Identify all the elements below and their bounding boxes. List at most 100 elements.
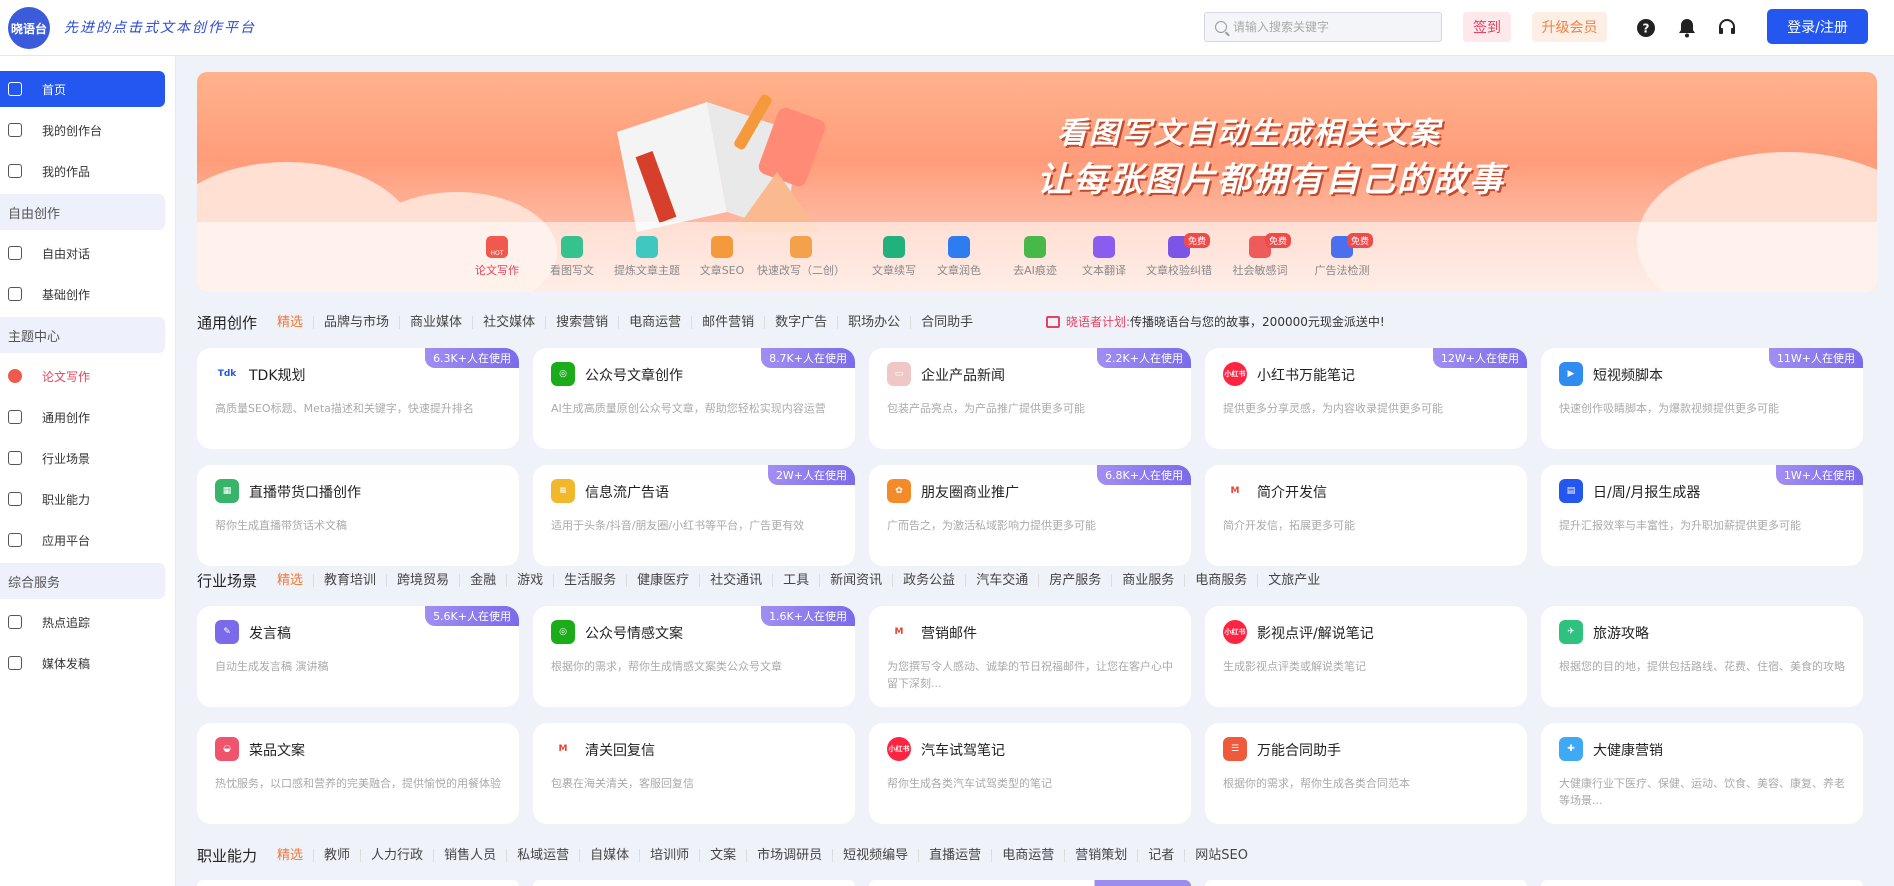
tab-general-5[interactable]: 电商运营 — [618, 315, 691, 329]
sidebar-item-hot-tracking[interactable]: 热点追踪 — [0, 604, 165, 640]
tab-industry-5[interactable]: 生活服务 — [553, 573, 626, 587]
tab-industry-10[interactable]: 政务公益 — [892, 573, 965, 587]
paper-icon — [8, 369, 22, 383]
sidebar-item-industry[interactable]: 行业场景 — [0, 440, 165, 476]
image-text-icon — [561, 236, 583, 258]
feature-card[interactable]: ◒ 菜品文案 热忱服务，以口感和营养的完美融合，提供愉悦的用餐体验 — [197, 723, 519, 824]
sidebar-item-my-workspace[interactable]: 我的创作台 — [0, 112, 165, 148]
tab-general-7[interactable]: 数字广告 — [764, 315, 837, 329]
tab-career-8[interactable]: 市场调研员 — [746, 848, 832, 862]
tab-industry-15[interactable]: 文旅产业 — [1257, 573, 1330, 587]
sidebar-item-general-creation[interactable]: 通用创作 — [0, 399, 165, 435]
hero-banner[interactable]: 看图写文自动生成相关文案 让每张图片都拥有自己的故事 HOT 论文写作 看图写文 提炼… — [197, 72, 1877, 292]
tab-career-11[interactable]: 电商运营 — [991, 848, 1064, 862]
upgrade-vip-button[interactable]: 升级会员 — [1532, 12, 1607, 42]
feature-card[interactable]: M 营销邮件 为您撰写令人感动、诚挚的节日祝福邮件，让您在客户心中留下深刻... — [869, 606, 1191, 707]
tab-career-1[interactable]: 教师 — [313, 848, 360, 862]
sidebar-item-free-chat[interactable]: 自由对话 — [0, 235, 165, 271]
book-illustration — [617, 94, 826, 232]
feature-card[interactable]: ✈ 旅游攻略 根据您的目的地，提供包括路线、花费、住宿、美食的攻略 — [1541, 606, 1863, 707]
tab-general-8[interactable]: 职场办公 — [837, 315, 910, 329]
logo[interactable]: 晓语台 — [8, 7, 50, 49]
tab-industry-11[interactable]: 汽车交通 — [965, 573, 1038, 587]
tab-career-14[interactable]: 网站SEO — [1184, 848, 1258, 862]
sidebar-item-my-works[interactable]: 我的作品 — [0, 153, 165, 189]
tab-industry-12[interactable]: 房产服务 — [1038, 573, 1111, 587]
tab-industry-2[interactable]: 跨境贸易 — [386, 573, 459, 587]
feature-card[interactable]: ✚ 大健康营销 大健康行业下医疗、保健、运动、饮食、美容、康复、养老等场景... — [1541, 723, 1863, 824]
sidebar-item-home[interactable]: 首页 — [0, 71, 165, 107]
tab-career-10[interactable]: 直播运营 — [918, 848, 991, 862]
card-title: 影视点评/解说笔记 — [1257, 626, 1374, 642]
login-register-button[interactable]: 登录/注册 — [1767, 9, 1868, 44]
tab-industry-4[interactable]: 游戏 — [506, 573, 553, 587]
workspace-icon — [8, 123, 22, 137]
tab-industry-6[interactable]: 健康医疗 — [626, 573, 699, 587]
banner-headline: 看图写文自动生成相关文案 — [1057, 116, 1441, 151]
tab-general-2[interactable]: 商业媒体 — [399, 315, 472, 329]
feature-card[interactable]: Tdk TDK规划 高质量SEO标题、Meta描述和关键字，快速提升排名 6.3K+人… — [197, 348, 519, 449]
feature-card[interactable]: 小红书 影视点评/解说笔记 生成影视点评类或解说类笔记 — [1205, 606, 1527, 707]
search-box[interactable] — [1204, 12, 1442, 42]
search-input[interactable] — [1233, 20, 1423, 34]
sign-in-button[interactable]: 签到 — [1463, 12, 1511, 42]
seo-icon — [711, 236, 733, 258]
tab-general-1[interactable]: 品牌与市场 — [313, 315, 399, 329]
tab-career-9[interactable]: 短视频编导 — [832, 848, 918, 862]
card-title: 发言稿 — [249, 626, 291, 642]
feature-card[interactable]: 小红书 小红书万能笔记 提供更多分享灵感，为内容收录提供更多可能 12W+人在使用 — [1205, 348, 1527, 449]
dish-icon: ◒ — [215, 737, 239, 761]
works-icon — [8, 164, 22, 178]
tab-general-9[interactable]: 合同助手 — [910, 315, 983, 329]
feature-card[interactable]: ▶ 短视频脚本 快速创作吸睛脚本，为爆款视频提供更多可能 11W+人在使用 — [1541, 348, 1863, 449]
feature-card[interactable]: ≡ 信息流广告语 适用于头条/抖音/朋友圈/小红书等平台，广告更有效 2W+人在使用 — [533, 465, 855, 566]
tab-career-6[interactable]: 培训师 — [639, 848, 699, 862]
feature-card[interactable]: ▦ 直播带货口播创作 帮你生成直播带货话术文稿 — [197, 465, 519, 566]
tab-industry-8[interactable]: 工具 — [772, 573, 819, 587]
feature-card[interactable]: 小红书 汽车试驾笔记 帮你生成各类汽车试驾类型的笔记 — [869, 723, 1191, 824]
feature-card[interactable]: M 清关回复信 包裹在海关清关，客服回复信 — [533, 723, 855, 824]
tab-general-0[interactable]: 精选 — [267, 316, 313, 329]
tool-rewrite[interactable]: 快速改写（二创） — [751, 222, 851, 278]
sidebar-item-app-platform[interactable]: 应用平台 — [0, 522, 165, 558]
feature-card[interactable]: ◎ 公众号文章创作 AI生成高质量原创公众号文章，帮助您轻松实现内容运营 8.7K+人… — [533, 348, 855, 449]
sidebar-item-media-publish[interactable]: 媒体发稿 — [0, 645, 165, 681]
tab-career-12[interactable]: 营销策划 — [1064, 848, 1137, 862]
feature-card[interactable]: ◎ 公众号情感文案 根据你的需求，帮你生成情感文案类公众号文章 1.6K+人在使用 — [533, 606, 855, 707]
feature-card[interactable]: ✿ 朋友圈商业推广 广而告之，为激活私域影响力提供更多可能 6.8K+人在使用 — [869, 465, 1191, 566]
tab-industry-14[interactable]: 电商服务 — [1184, 573, 1257, 587]
tab-career-3[interactable]: 销售人员 — [433, 848, 506, 862]
help-icon[interactable]: ? — [1636, 18, 1656, 38]
tab-career-7[interactable]: 文案 — [699, 848, 746, 862]
tab-general-3[interactable]: 社交媒体 — [472, 315, 545, 329]
feature-card[interactable]: ▭ 企业产品新闻 包装产品亮点，为产品推广提供更多可能 2.2K+人在使用 — [869, 348, 1191, 449]
sidebar-item-paper-writing[interactable]: 论文写作 — [0, 358, 165, 394]
tab-industry-0[interactable]: 精选 — [267, 574, 313, 587]
tab-general-6[interactable]: 邮件营销 — [691, 315, 764, 329]
xiaohongshu-icon: 小红书 — [887, 737, 911, 761]
tab-industry-13[interactable]: 商业服务 — [1111, 573, 1184, 587]
sidebar-item-career[interactable]: 职业能力 — [0, 481, 165, 517]
tab-career-0[interactable]: 精选 — [267, 849, 313, 862]
tool-ad-law[interactable]: 免费 广告法检测 — [1292, 222, 1392, 278]
headset-icon[interactable] — [1717, 18, 1737, 38]
tab-career-4[interactable]: 私域运营 — [506, 848, 579, 862]
tab-general-4[interactable]: 搜索营销 — [545, 315, 618, 329]
tab-career-13[interactable]: 记者 — [1137, 848, 1184, 862]
card-title: 大健康营销 — [1593, 743, 1663, 759]
tab-career-2[interactable]: 人力行政 — [360, 848, 433, 862]
feature-card[interactable]: ✎ 发言稿 自动生成发言稿 演讲稿 5.6K+人在使用 — [197, 606, 519, 707]
feature-card[interactable]: ▤ 日/周/月报生成器 提升汇报效率与丰富性，为升职加薪提供更多可能 1W+人在使用 — [1541, 465, 1863, 566]
sidebar-item-basic-creation[interactable]: 基础创作 — [0, 276, 165, 312]
feature-card[interactable]: M 简介开发信 简介开发信，拓展更多可能 — [1205, 465, 1527, 566]
tab-industry-7[interactable]: 社交通讯 — [699, 573, 772, 587]
promo-plan[interactable]: 晓语者计划: 传播晓语台与您的故事，200000元现金派送中! — [1046, 313, 1385, 330]
tab-industry-1[interactable]: 教育培训 — [313, 573, 386, 587]
search-icon — [1215, 21, 1227, 33]
tab-career-5[interactable]: 自媒体 — [579, 848, 639, 862]
feature-card[interactable]: ☰ 万能合同助手 根据你的需求，帮你生成各类合同范本 — [1205, 723, 1527, 824]
tab-industry-9[interactable]: 新闻资讯 — [819, 573, 892, 587]
tab-industry-3[interactable]: 金融 — [459, 573, 506, 587]
bell-icon[interactable] — [1677, 18, 1697, 38]
media-icon — [8, 656, 22, 670]
